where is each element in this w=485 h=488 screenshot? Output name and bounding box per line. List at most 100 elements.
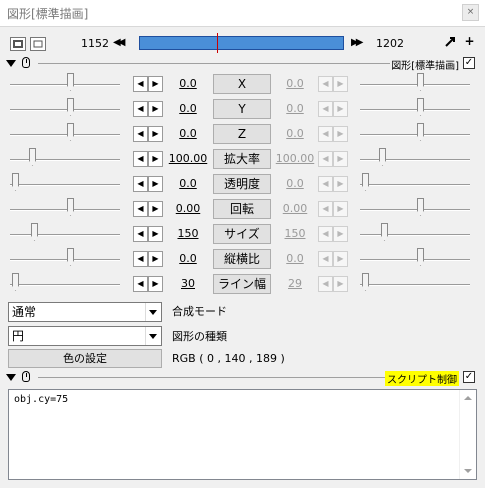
start-slider-track[interactable] (10, 234, 120, 236)
increment-icon[interactable]: ▶ (148, 126, 163, 142)
start-value[interactable]: 0.0 (168, 77, 208, 90)
start-value[interactable]: 0.0 (168, 252, 208, 265)
decrement-icon[interactable]: ◀ (318, 201, 333, 217)
decrement-icon[interactable]: ◀ (133, 126, 148, 142)
end-slider-track[interactable] (360, 159, 470, 161)
end-slider-thumb[interactable] (417, 248, 424, 266)
scroll-up-icon[interactable] (464, 396, 472, 400)
timeline-bar[interactable] (139, 33, 344, 53)
param-name-button[interactable]: Y (213, 99, 271, 119)
decrement-icon[interactable]: ◀ (133, 251, 148, 267)
end-value[interactable]: 0.0 (275, 127, 315, 140)
increment-icon[interactable]: ▶ (148, 151, 163, 167)
increment-icon[interactable]: ▶ (148, 201, 163, 217)
increment-icon[interactable]: ▶ (333, 201, 348, 217)
param-name-button[interactable]: 縦横比 (213, 249, 271, 269)
start-slider-thumb[interactable] (12, 273, 19, 291)
end-value[interactable]: 150 (275, 227, 315, 240)
start-value[interactable]: 0.0 (168, 177, 208, 190)
start-value[interactable]: 0.0 (168, 102, 208, 115)
end-slider-thumb[interactable] (417, 198, 424, 216)
start-slider-thumb[interactable] (31, 223, 38, 241)
next-frame-button[interactable]: ▶▶ (351, 36, 364, 50)
start-slider-track[interactable] (10, 84, 120, 86)
increment-icon[interactable]: ▶ (333, 101, 348, 117)
collapse-triangle-icon[interactable] (6, 374, 16, 381)
vertical-scrollbar[interactable] (459, 390, 476, 479)
increment-icon[interactable]: ▶ (148, 226, 163, 242)
decrement-icon[interactable]: ◀ (318, 276, 333, 292)
increment-icon[interactable]: ▶ (148, 276, 163, 292)
start-slider-track[interactable] (10, 159, 120, 161)
end-slider-thumb[interactable] (379, 148, 386, 166)
start-value[interactable]: 0.00 (168, 202, 208, 215)
end-slider-track[interactable] (360, 209, 470, 211)
end-slider-thumb[interactable] (417, 73, 424, 91)
decrement-icon[interactable]: ◀ (318, 176, 333, 192)
scroll-down-icon[interactable] (464, 469, 472, 473)
film-icon[interactable] (10, 37, 26, 51)
decrement-icon[interactable]: ◀ (133, 101, 148, 117)
filter-enable-checkbox[interactable]: ✓ (463, 57, 475, 69)
start-slider-thumb[interactable] (67, 248, 74, 266)
script-enable-checkbox[interactable]: ✓ (463, 371, 475, 383)
param-name-button[interactable]: サイズ (213, 224, 271, 244)
end-slider-track[interactable] (360, 184, 470, 186)
param-name-button[interactable]: 拡大率 (213, 149, 271, 169)
start-value[interactable]: 30 (168, 277, 208, 290)
link-icon[interactable] (443, 35, 458, 50)
decrement-icon[interactable]: ◀ (318, 76, 333, 92)
end-slider-track[interactable] (360, 284, 470, 286)
decrement-icon[interactable]: ◀ (318, 251, 333, 267)
end-slider-track[interactable] (360, 134, 470, 136)
start-slider-thumb[interactable] (29, 148, 36, 166)
end-value[interactable]: 0.00 (275, 202, 315, 215)
end-slider-thumb[interactable] (362, 173, 369, 191)
start-slider-track[interactable] (10, 134, 120, 136)
end-slider-thumb[interactable] (362, 273, 369, 291)
param-name-button[interactable]: Z (213, 124, 271, 144)
param-name-button[interactable]: X (213, 74, 271, 94)
start-value[interactable]: 100.00 (168, 152, 208, 165)
increment-icon[interactable]: ▶ (333, 276, 348, 292)
end-slider-track[interactable] (360, 259, 470, 261)
start-slider-thumb[interactable] (67, 98, 74, 116)
shape-type-select[interactable]: 円 (8, 326, 162, 346)
increment-icon[interactable]: ▶ (333, 226, 348, 242)
decrement-icon[interactable]: ◀ (318, 126, 333, 142)
end-value[interactable]: 0.0 (275, 102, 315, 115)
end-slider-thumb[interactable] (417, 123, 424, 141)
end-value[interactable]: 0.0 (275, 77, 315, 90)
param-name-button[interactable]: ライン幅 (213, 274, 271, 294)
collapse-triangle-icon[interactable] (6, 60, 16, 67)
start-slider-track[interactable] (10, 259, 120, 261)
start-value[interactable]: 0.0 (168, 127, 208, 140)
decrement-icon[interactable]: ◀ (318, 151, 333, 167)
end-value[interactable]: 0.0 (275, 252, 315, 265)
end-slider-track[interactable] (360, 109, 470, 111)
decrement-icon[interactable]: ◀ (133, 276, 148, 292)
decrement-icon[interactable]: ◀ (133, 76, 148, 92)
end-value[interactable]: 29 (275, 277, 315, 290)
end-slider-thumb[interactable] (381, 223, 388, 241)
timeline-cursor[interactable] (217, 33, 218, 53)
start-value[interactable]: 150 (168, 227, 208, 240)
increment-icon[interactable]: ▶ (148, 101, 163, 117)
decrement-icon[interactable]: ◀ (133, 176, 148, 192)
start-slider-track[interactable] (10, 184, 120, 186)
start-slider-track[interactable] (10, 284, 120, 286)
decrement-icon[interactable]: ◀ (318, 101, 333, 117)
start-slider-thumb[interactable] (67, 123, 74, 141)
end-value[interactable]: 100.00 (275, 152, 315, 165)
increment-icon[interactable]: ▶ (333, 76, 348, 92)
color-settings-button[interactable]: 色の設定 (8, 349, 162, 368)
increment-icon[interactable]: ▶ (148, 176, 163, 192)
start-slider-thumb[interactable] (67, 73, 74, 91)
decrement-icon[interactable]: ◀ (133, 151, 148, 167)
start-slider-thumb[interactable] (12, 173, 19, 191)
add-filter-button[interactable]: + (462, 35, 477, 50)
start-slider-track[interactable] (10, 209, 120, 211)
increment-icon[interactable]: ▶ (333, 126, 348, 142)
increment-icon[interactable]: ▶ (333, 176, 348, 192)
increment-icon[interactable]: ▶ (333, 251, 348, 267)
